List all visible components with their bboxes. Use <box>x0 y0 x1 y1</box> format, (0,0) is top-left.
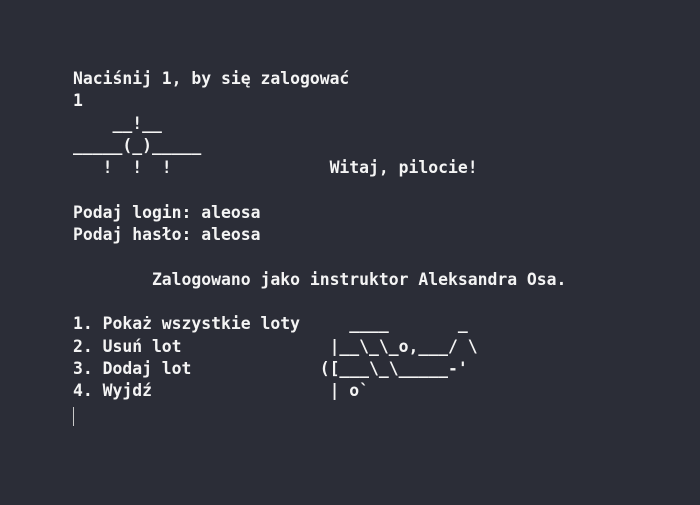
terminal-window[interactable]: Naciśnij 1, by się zalogować 1 __!__ ___… <box>0 0 700 505</box>
menu-option-add-flight: 3. Dodaj lot ([___\_\_____-' <box>73 359 468 378</box>
menu-option-delete-flight: 2. Usuń lot |__\_\_o,___/ \ <box>73 337 478 356</box>
user-input-line: 1 <box>73 91 83 110</box>
ascii-plane-top: __!__ <box>73 114 162 133</box>
menu-option-exit: 4. Wyjdź | o` <box>73 381 370 400</box>
menu-option-show-flights: 1. Pokaż wszystkie loty ____ _ <box>73 314 468 333</box>
ascii-plane-body: _____(_)_____ <box>73 136 202 155</box>
logged-in-status: Zalogowano jako instruktor Aleksandra Os… <box>73 270 567 289</box>
password-field-line: Podaj hasło: aleosa <box>73 225 261 244</box>
text-cursor[interactable] <box>73 407 74 426</box>
login-field-line: Podaj login: aleosa <box>73 203 261 222</box>
welcome-line: ! ! ! Witaj, pilocie! <box>73 158 478 177</box>
login-prompt: Naciśnij 1, by się zalogować <box>73 69 350 88</box>
